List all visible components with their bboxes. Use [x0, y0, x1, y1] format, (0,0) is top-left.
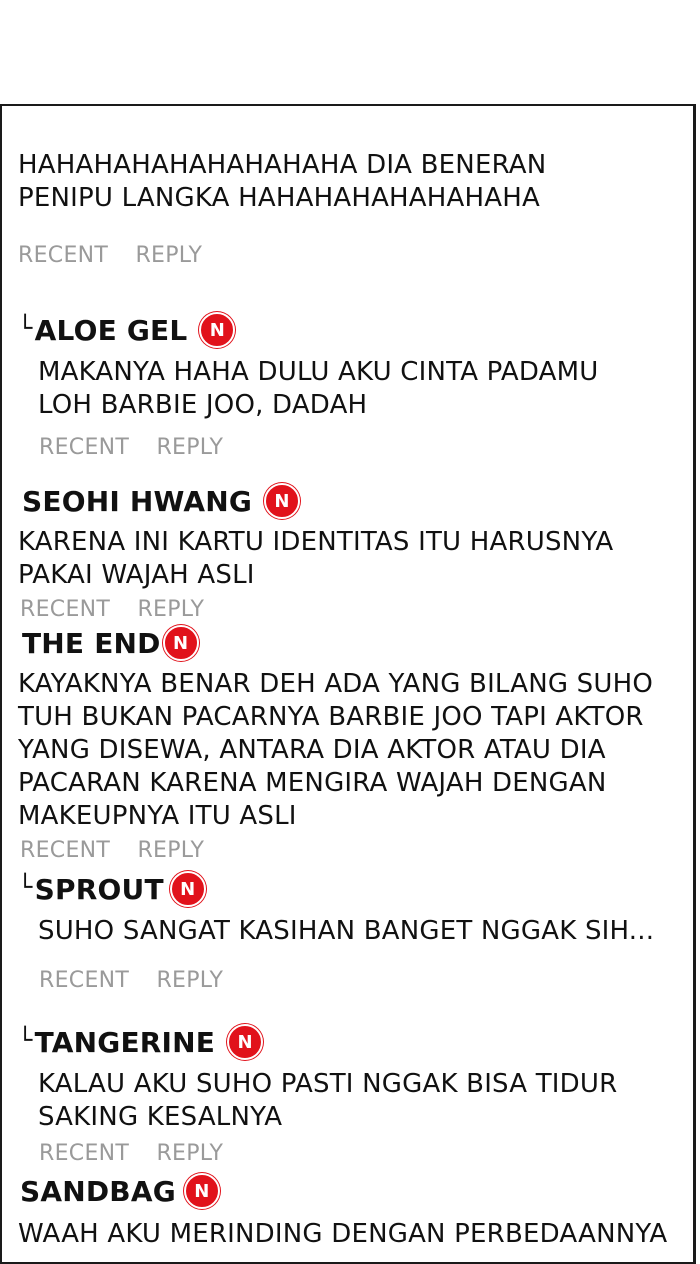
comment-panel: HAHAHAHAHAHAHAHAHA DIA BENERAN PENIPU LA…: [0, 104, 696, 1264]
author-name[interactable]: SEOHI HWANG: [22, 485, 252, 518]
comment-text: KARENA INI KARTU IDENTITAS ITU HARUSNYA …: [18, 527, 614, 590]
comment-text: SUHO SANGAT KASIHAN BANGET NGGAK SIH...: [38, 916, 655, 946]
comment-author-row: SANDBAG N: [20, 1173, 220, 1209]
comment-text: WAAH AKU MERINDING DENGAN PERBEDAANNYA: [18, 1219, 668, 1249]
reply-corner-icon: └: [18, 314, 33, 342]
recent-button[interactable]: RECENT: [39, 1141, 129, 1166]
naver-badge-icon: N: [183, 1173, 220, 1209]
comment-actions: RECENT REPLY: [39, 435, 243, 460]
author-name[interactable]: SPROUT: [35, 873, 164, 906]
reply-button[interactable]: REPLY: [156, 435, 223, 460]
comment-actions: RECENT REPLY: [18, 243, 222, 268]
reply-corner-icon: └: [18, 873, 33, 901]
comment-actions: RECENT REPLY: [39, 968, 243, 993]
recent-button[interactable]: RECENT: [20, 838, 110, 863]
comment-text: KALAU AKU SUHO PASTI NGGAK BISA TIDUR SA…: [38, 1069, 618, 1132]
author-name[interactable]: SANDBAG: [20, 1175, 176, 1208]
reply-corner-icon: └: [18, 1026, 33, 1054]
comment-author-row: └ TANGERINE N: [18, 1024, 264, 1060]
recent-button[interactable]: RECENT: [18, 243, 108, 268]
comment-actions: RECENT REPLY: [20, 597, 224, 622]
recent-button[interactable]: RECENT: [20, 597, 110, 622]
naver-badge-icon: N: [169, 871, 206, 907]
author-name[interactable]: TANGERINE: [35, 1026, 215, 1059]
comment-author-row: └ SPROUT N: [18, 871, 206, 907]
naver-badge-icon: N: [227, 1024, 264, 1060]
reply-button[interactable]: REPLY: [135, 243, 202, 268]
naver-badge-icon: N: [264, 483, 301, 519]
reply-button[interactable]: REPLY: [156, 1141, 223, 1166]
author-name[interactable]: ALOE GEL: [35, 314, 188, 347]
comment-text: MAKANYA HAHA DULU AKU CINTA PADAMU LOH B…: [38, 357, 599, 420]
reply-button[interactable]: REPLY: [156, 968, 223, 993]
comment-actions: RECENT REPLY: [39, 1141, 243, 1166]
naver-badge-icon: N: [162, 625, 199, 661]
comment-author-row: └ ALOE GEL N: [18, 312, 236, 348]
comment-author-row: SEOHI HWANG N: [22, 483, 301, 519]
comment-actions: RECENT REPLY: [20, 838, 224, 863]
comment-text: KAYAKNYA BENAR DEH ADA YANG BILANG SUHO …: [18, 669, 654, 831]
naver-badge-icon: N: [199, 312, 236, 348]
recent-button[interactable]: RECENT: [39, 968, 129, 993]
author-name[interactable]: THE END: [22, 627, 161, 660]
recent-button[interactable]: RECENT: [39, 435, 129, 460]
reply-button[interactable]: REPLY: [137, 838, 204, 863]
comment-text: HAHAHAHAHAHAHAHAHA DIA BENERAN PENIPU LA…: [18, 150, 547, 213]
reply-button[interactable]: REPLY: [137, 597, 204, 622]
comment-author-row: THE END N: [22, 625, 199, 661]
